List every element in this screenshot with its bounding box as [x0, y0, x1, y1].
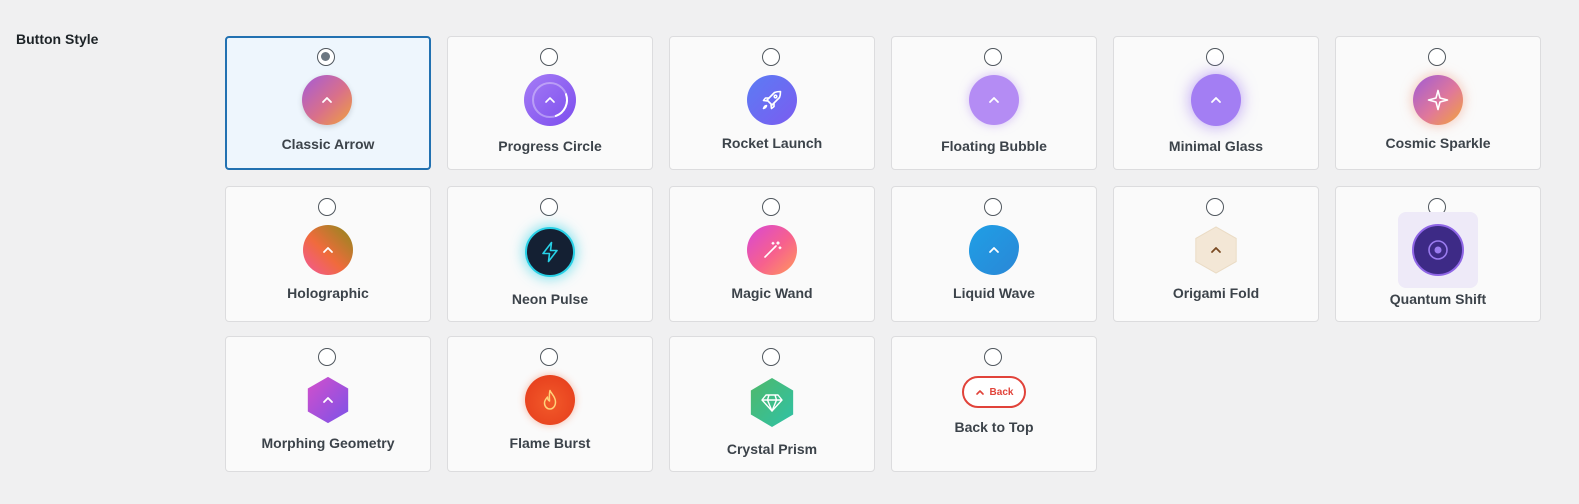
- chevron-up-icon: [1211, 97, 1221, 103]
- progress-ring-icon: [532, 82, 568, 118]
- radio-origami-fold[interactable]: [1206, 198, 1224, 216]
- radio-flame-burst[interactable]: [540, 348, 558, 366]
- radio-progress-circle[interactable]: [540, 48, 558, 66]
- option-label: Origami Fold: [1172, 285, 1260, 301]
- option-magic-wand[interactable]: Magic Wand: [669, 186, 875, 322]
- crystal-prism-preview: [747, 377, 797, 427]
- chevron-up-icon: [1211, 247, 1221, 253]
- rocket-icon: [762, 90, 782, 110]
- lightning-icon: [542, 241, 558, 263]
- origami-fold-preview: [1191, 225, 1241, 275]
- option-label: Rocket Launch: [721, 135, 823, 151]
- classic-arrow-preview: [302, 75, 352, 125]
- back-pill-text: Back: [989, 386, 1014, 398]
- quantum-shift-preview: [1398, 212, 1478, 288]
- button-style-options: Classic Arrow Progress Circle Rocket Lau…: [225, 36, 1541, 472]
- option-holographic[interactable]: Holographic: [225, 186, 431, 322]
- radio-crystal-prism[interactable]: [762, 348, 780, 366]
- option-neon-pulse[interactable]: Neon Pulse: [447, 186, 653, 322]
- radio-floating-bubble[interactable]: [984, 48, 1002, 66]
- option-label: Liquid Wave: [953, 285, 1035, 301]
- option-label: Quantum Shift: [1389, 291, 1487, 307]
- chevron-up-icon: [322, 97, 332, 103]
- minimal-glass-preview: [1191, 74, 1241, 126]
- field-label-button-style: Button Style: [16, 31, 99, 47]
- radio-liquid-wave[interactable]: [984, 198, 1002, 216]
- magic-wand-icon: [764, 241, 782, 258]
- morphing-geometry-preview: [303, 375, 353, 425]
- option-liquid-wave[interactable]: Liquid Wave: [891, 186, 1097, 322]
- back-to-top-preview: Back: [959, 374, 1029, 410]
- radio-minimal-glass[interactable]: [1206, 48, 1224, 66]
- option-label: Flame Burst: [509, 435, 591, 451]
- option-origami-fold[interactable]: Origami Fold: [1113, 186, 1319, 322]
- option-label: Cosmic Sparkle: [1385, 135, 1491, 151]
- option-crystal-prism[interactable]: Crystal Prism: [669, 336, 875, 472]
- option-label: Back to Top: [954, 419, 1034, 435]
- target-icon: [1428, 240, 1448, 260]
- option-progress-circle[interactable]: Progress Circle: [447, 36, 653, 170]
- back-pill: Back: [962, 376, 1026, 408]
- option-quantum-shift[interactable]: Quantum Shift: [1335, 186, 1541, 322]
- radio-rocket-launch[interactable]: [762, 48, 780, 66]
- option-back-to-top[interactable]: Back Back to Top: [891, 336, 1097, 472]
- radio-neon-pulse[interactable]: [540, 198, 558, 216]
- flame-burst-preview: [525, 375, 575, 425]
- diamond-icon: [761, 394, 783, 412]
- rocket-launch-preview: [747, 75, 797, 125]
- option-morphing-geometry[interactable]: Morphing Geometry: [225, 336, 431, 472]
- magic-wand-preview: [747, 225, 797, 275]
- option-label: Magic Wand: [731, 285, 813, 301]
- radio-cosmic-sparkle[interactable]: [1428, 48, 1446, 66]
- radio-back-to-top[interactable]: [984, 348, 1002, 366]
- chevron-up-icon: [323, 247, 333, 253]
- option-classic-arrow[interactable]: Classic Arrow: [225, 36, 431, 170]
- floating-bubble-preview: [969, 75, 1019, 125]
- progress-circle-preview: [524, 74, 576, 126]
- option-flame-burst[interactable]: Flame Burst: [447, 336, 653, 472]
- radio-classic-arrow[interactable]: [317, 48, 335, 66]
- option-label: Crystal Prism: [726, 441, 818, 457]
- liquid-wave-preview: [969, 225, 1019, 275]
- flame-icon: [543, 389, 557, 410]
- chevron-up-icon: [989, 247, 999, 253]
- option-minimal-glass[interactable]: Minimal Glass: [1113, 36, 1319, 170]
- option-label: Classic Arrow: [281, 136, 375, 152]
- chevron-up-icon: [975, 390, 984, 395]
- radio-holographic[interactable]: [318, 198, 336, 216]
- option-label: Holographic: [287, 285, 369, 301]
- option-label: Neon Pulse: [511, 291, 589, 307]
- holographic-preview: [303, 225, 353, 275]
- option-label: Morphing Geometry: [261, 435, 395, 451]
- option-floating-bubble[interactable]: Floating Bubble: [891, 36, 1097, 170]
- sparkle-icon: [1427, 89, 1449, 111]
- option-label: Progress Circle: [498, 138, 602, 154]
- chevron-up-icon: [323, 397, 333, 403]
- option-label: Minimal Glass: [1168, 138, 1264, 154]
- option-rocket-launch[interactable]: Rocket Launch: [669, 36, 875, 170]
- chevron-up-icon: [989, 97, 999, 103]
- neon-pulse-preview: [525, 227, 575, 277]
- cosmic-sparkle-preview: [1413, 75, 1463, 125]
- radio-morphing-geometry[interactable]: [318, 348, 336, 366]
- radio-magic-wand[interactable]: [762, 198, 780, 216]
- option-label: Floating Bubble: [941, 138, 1047, 154]
- option-cosmic-sparkle[interactable]: Cosmic Sparkle: [1335, 36, 1541, 170]
